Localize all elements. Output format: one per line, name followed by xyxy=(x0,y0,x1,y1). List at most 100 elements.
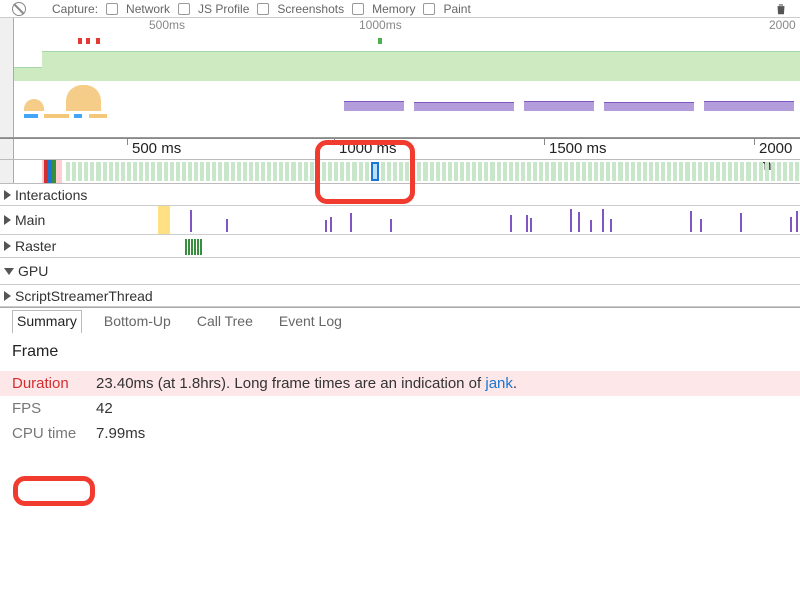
frame-cell[interactable] xyxy=(151,162,155,181)
frame-cell[interactable] xyxy=(78,162,82,181)
frame-cell[interactable] xyxy=(442,162,446,181)
frame-cell[interactable] xyxy=(352,162,356,181)
interactions-track[interactable]: Interactions xyxy=(0,184,800,206)
frame-cell[interactable] xyxy=(430,162,434,181)
frame-cell[interactable] xyxy=(127,162,131,181)
frame-cell[interactable] xyxy=(399,162,403,181)
frame-cell[interactable] xyxy=(206,162,210,181)
frame-cell[interactable] xyxy=(224,162,228,181)
frame-cell[interactable] xyxy=(393,162,397,181)
frame-cell[interactable] xyxy=(417,162,421,181)
frame-cell[interactable] xyxy=(509,162,513,181)
network-checkbox[interactable] xyxy=(106,3,118,15)
frame-cell[interactable] xyxy=(133,162,137,181)
frame-cell[interactable] xyxy=(545,162,549,181)
frame-cell[interactable] xyxy=(298,162,302,181)
frame-cell[interactable] xyxy=(139,162,143,181)
frame-cell[interactable] xyxy=(261,162,265,181)
frame-cell[interactable] xyxy=(84,162,88,181)
frame-cell[interactable] xyxy=(497,162,501,181)
frame-cell[interactable] xyxy=(631,162,635,181)
frame-cell[interactable] xyxy=(237,162,241,181)
frame-cell[interactable] xyxy=(194,162,198,181)
frame-cell[interactable] xyxy=(716,162,720,181)
frame-cell[interactable] xyxy=(685,162,689,181)
jsprofile-checkbox[interactable] xyxy=(178,3,190,15)
frame-cell[interactable] xyxy=(176,162,180,181)
tab-summary[interactable]: Summary xyxy=(12,310,82,334)
frame-cell[interactable] xyxy=(490,162,494,181)
frame-cell[interactable] xyxy=(551,162,555,181)
expand-icon[interactable] xyxy=(4,215,11,225)
frame-cell[interactable] xyxy=(484,162,488,181)
frame-cell[interactable] xyxy=(285,162,289,181)
overview-panel[interactable]: 500ms 1000ms 2000 xyxy=(0,18,800,138)
frame-cell[interactable] xyxy=(746,162,750,181)
frame-cell[interactable] xyxy=(359,162,363,181)
frame-cell[interactable] xyxy=(765,162,769,181)
scriptstreamer-track[interactable]: ScriptStreamerThread xyxy=(0,285,800,307)
frame-cell[interactable] xyxy=(182,162,186,181)
frame-cell[interactable] xyxy=(625,162,629,181)
frames-track[interactable] xyxy=(0,160,800,184)
tab-event-log[interactable]: Event Log xyxy=(275,309,346,333)
frame-cell[interactable] xyxy=(291,162,295,181)
frame-cell[interactable] xyxy=(218,162,222,181)
expand-icon[interactable] xyxy=(4,241,11,251)
frame-cell[interactable] xyxy=(448,162,452,181)
frame-cell[interactable] xyxy=(466,162,470,181)
flame-chart-ruler[interactable]: 500 ms 1000 ms 1500 ms 2000 m xyxy=(0,138,800,160)
memory-checkbox[interactable] xyxy=(352,3,364,15)
frame-cell[interactable] xyxy=(655,162,659,181)
frame-cell[interactable] xyxy=(109,162,113,181)
frame-cell[interactable] xyxy=(411,162,415,181)
frame-cell[interactable] xyxy=(316,162,320,181)
frame-cell[interactable] xyxy=(783,162,787,181)
clear-icon[interactable] xyxy=(12,2,26,16)
frame-cell[interactable] xyxy=(200,162,204,181)
screenshots-opt[interactable]: Screenshots xyxy=(277,2,344,16)
frame-cell[interactable] xyxy=(249,162,253,181)
frame-cell[interactable] xyxy=(387,162,391,181)
frame-cell[interactable] xyxy=(334,162,338,181)
frame-cell[interactable] xyxy=(365,162,369,181)
frame-cell[interactable] xyxy=(618,162,622,181)
frame-cell[interactable] xyxy=(789,162,793,181)
network-opt[interactable]: Network xyxy=(126,2,170,16)
jank-link[interactable]: jank xyxy=(485,375,513,392)
frame-cell[interactable] xyxy=(600,162,604,181)
frame-cell[interactable] xyxy=(115,162,119,181)
frame-cell[interactable] xyxy=(673,162,677,181)
frame-cell[interactable] xyxy=(255,162,259,181)
frame-cell[interactable] xyxy=(667,162,671,181)
frame-cell[interactable] xyxy=(606,162,610,181)
frame-cell[interactable] xyxy=(231,162,235,181)
frame-cell[interactable] xyxy=(243,162,247,181)
frame-cell[interactable] xyxy=(558,162,562,181)
frame-cell[interactable] xyxy=(759,162,763,181)
frame-cell[interactable] xyxy=(310,162,314,181)
frame-cell[interactable] xyxy=(661,162,665,181)
raster-track[interactable]: Raster xyxy=(0,235,800,258)
tab-bottom-up[interactable]: Bottom-Up xyxy=(100,309,175,333)
frame-cell[interactable] xyxy=(521,162,525,181)
frame-cell[interactable] xyxy=(722,162,726,181)
frame-cell[interactable] xyxy=(472,162,476,181)
frame-cell[interactable] xyxy=(539,162,543,181)
frame-cell[interactable] xyxy=(66,162,70,181)
frame-cell[interactable] xyxy=(157,162,161,181)
frame-cell[interactable] xyxy=(582,162,586,181)
frame-cell[interactable] xyxy=(405,162,409,181)
frame-cell[interactable] xyxy=(423,162,427,181)
frame-cell[interactable] xyxy=(643,162,647,181)
frame-cell[interactable] xyxy=(753,162,757,181)
frame-cell[interactable] xyxy=(273,162,277,181)
frame-cell[interactable] xyxy=(346,162,350,181)
paint-opt[interactable]: Paint xyxy=(443,2,470,16)
frame-cell[interactable] xyxy=(164,162,168,181)
frame-cell[interactable] xyxy=(121,162,125,181)
frame-cell[interactable] xyxy=(771,162,775,181)
frame-cell[interactable] xyxy=(637,162,641,181)
frame-cell[interactable] xyxy=(576,162,580,181)
frame-cell[interactable] xyxy=(170,162,174,181)
